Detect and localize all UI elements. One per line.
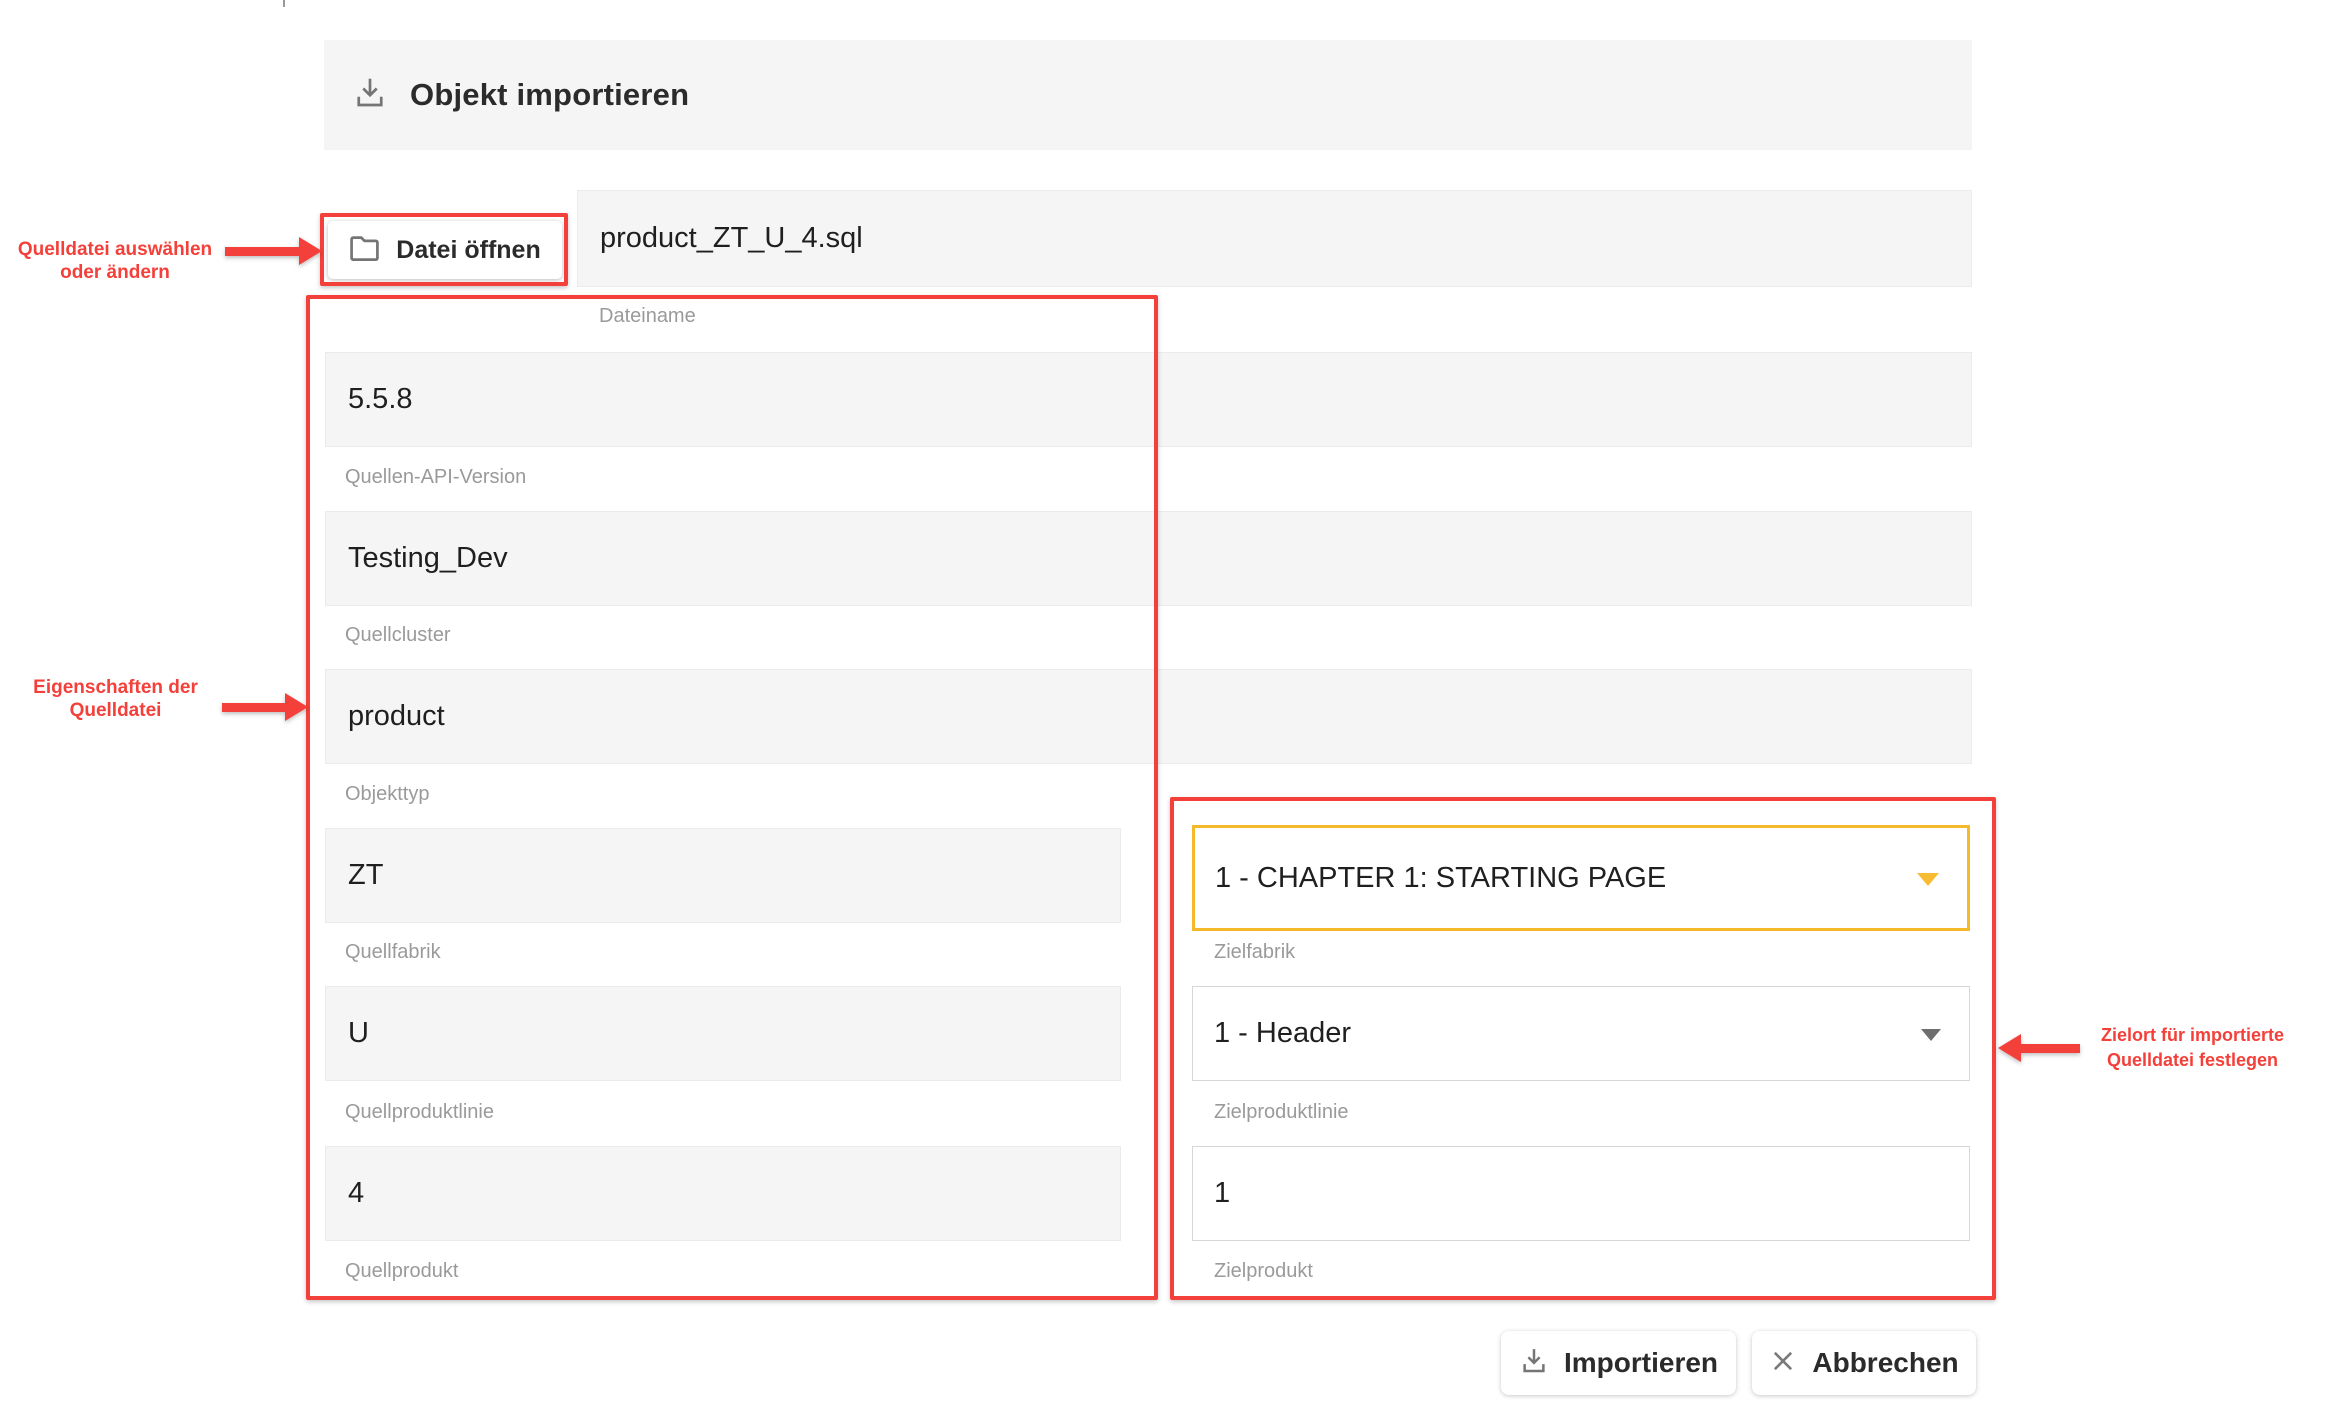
cancel-button-label: Abbrechen <box>1812 1347 1958 1379</box>
annotation-source-props-text: Eigenschaften der Quelldatei <box>18 676 213 722</box>
field-value: 4 <box>348 1177 364 1210</box>
import-object-dialog: Objekt importieren Datei öffnen product_… <box>0 0 2337 1414</box>
filename-field: product_ZT_U_4.sql <box>577 190 1972 287</box>
field-label: Zielfabrik <box>1214 939 1295 965</box>
chevron-down-icon <box>1921 1029 1941 1041</box>
field-label: Quellen-API-Version <box>345 464 526 490</box>
download-icon <box>352 75 388 116</box>
annotation-line: oder ändern <box>12 261 218 284</box>
zielfabrik-select[interactable]: 1 - CHAPTER 1: STARTING PAGE <box>1192 825 1970 931</box>
filename-value: product_ZT_U_4.sql <box>600 222 863 255</box>
filename-field-label: Dateiname <box>599 303 696 329</box>
page-title: Objekt importieren <box>410 77 689 113</box>
field-quellen-api-version: 5.5.8 <box>325 352 1972 447</box>
annotation-open-file-text: Quelldatei auswählen oder ändern <box>12 238 218 284</box>
field-value: 5.5.8 <box>348 383 413 416</box>
zielproduktlinie-select[interactable]: 1 - Header <box>1192 986 1970 1081</box>
download-icon <box>1519 1346 1549 1381</box>
open-file-button[interactable]: Datei öffnen <box>328 221 562 279</box>
field-value: ZT <box>348 859 383 892</box>
annotation-line: Quelldatei auswählen <box>12 238 218 261</box>
annotation-line: Quelldatei festlegen <box>2095 1048 2290 1073</box>
zielfabrik-selected-value: 1 - CHAPTER 1: STARTING PAGE <box>1215 862 1666 895</box>
field-label: Zielproduktlinie <box>1214 1099 1349 1125</box>
field-objekttyp: product <box>325 669 1972 764</box>
field-label: Quellfabrik <box>345 939 441 965</box>
arrow-to-open-file-button <box>225 237 322 265</box>
chevron-down-icon <box>1917 873 1939 886</box>
cancel-button[interactable]: Abbrechen <box>1752 1331 1976 1395</box>
field-value: Testing_Dev <box>348 542 508 575</box>
field-value: U <box>348 1017 369 1050</box>
annotation-target-location-text: Zielort für importierte Quelldatei festl… <box>2095 1023 2290 1073</box>
field-label: Quellproduktlinie <box>345 1099 494 1125</box>
zielproduktlinie-selected-value: 1 - Header <box>1214 1017 1351 1050</box>
import-button[interactable]: Importieren <box>1501 1331 1736 1395</box>
field-quellproduktlinie: U <box>325 986 1121 1081</box>
field-quellprodukt: 4 <box>325 1146 1121 1241</box>
annotation-line: Eigenschaften der <box>18 676 213 699</box>
field-label: Quellprodukt <box>345 1258 458 1284</box>
dialog-header: Objekt importieren <box>324 40 1972 150</box>
field-quellfabrik: ZT <box>325 828 1121 923</box>
close-icon <box>1769 1347 1797 1380</box>
arrow-to-target-location <box>1998 1034 2080 1062</box>
field-label: Zielprodukt <box>1214 1258 1313 1284</box>
window-artifact <box>283 0 285 7</box>
zielprodukt-value: 1 <box>1214 1177 1230 1210</box>
field-value: product <box>348 700 445 733</box>
folder-icon <box>349 235 380 266</box>
open-file-button-label: Datei öffnen <box>396 236 540 265</box>
annotation-line: Zielort für importierte <box>2095 1023 2290 1048</box>
zielprodukt-input[interactable]: 1 <box>1192 1146 1970 1241</box>
field-quellcluster: Testing_Dev <box>325 511 1972 606</box>
field-label: Quellcluster <box>345 622 451 648</box>
annotation-line: Quelldatei <box>18 699 213 722</box>
field-label: Objekttyp <box>345 781 429 807</box>
arrow-to-source-properties <box>222 693 308 721</box>
import-button-label: Importieren <box>1564 1347 1718 1379</box>
